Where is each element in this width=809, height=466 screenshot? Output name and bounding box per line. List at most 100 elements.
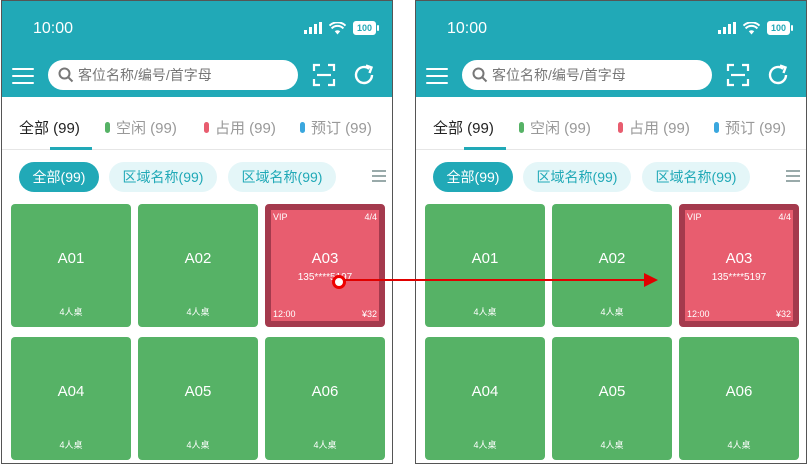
table-card-a04[interactable]: A04 4人桌 bbox=[11, 337, 131, 460]
table-capacity: 4人桌 bbox=[186, 440, 210, 450]
free-dot-icon bbox=[105, 122, 110, 133]
table-name: A06 bbox=[311, 383, 339, 400]
table-name: A04 bbox=[471, 383, 499, 400]
filter-chip-area[interactable]: 区域名称(99) bbox=[228, 162, 336, 192]
table-grid: A01 4人桌 A02 4人桌 VIP 4/4 A03 135****5197 … bbox=[2, 198, 392, 463]
reserved-dot-icon bbox=[714, 122, 719, 133]
wifi-icon bbox=[742, 21, 760, 34]
tab-reserved[interactable]: 预订 (99) bbox=[714, 117, 786, 138]
status-icons: 100 bbox=[303, 19, 380, 37]
status-bar: 10:00 100 bbox=[2, 1, 392, 57]
tab-free[interactable]: 空闲 (99) bbox=[105, 117, 177, 138]
table-card-a03-occupied[interactable]: VIP 4/4 A03 135****5197 12:00 ¥32 bbox=[679, 204, 799, 327]
table-card-a06[interactable]: A06 4人桌 bbox=[265, 337, 385, 460]
scan-icon[interactable] bbox=[312, 63, 336, 87]
table-card-a01[interactable]: A01 4人桌 bbox=[11, 204, 131, 327]
top-toolbar: 客位名称/编号/首字母 bbox=[416, 57, 806, 97]
battery-icon: 100 bbox=[766, 21, 794, 35]
list-menu-icon[interactable] bbox=[372, 170, 386, 182]
list-menu-icon[interactable] bbox=[786, 170, 800, 182]
occupied-dot-icon bbox=[618, 122, 623, 133]
bill-amount: ¥32 bbox=[361, 309, 377, 319]
table-card-a04[interactable]: A04 4人桌 bbox=[425, 337, 545, 460]
table-capacity: 4人桌 bbox=[186, 307, 210, 317]
status-time: 10:00 bbox=[33, 20, 74, 37]
top-toolbar: 客位名称/编号/首字母 bbox=[2, 57, 392, 97]
table-card-a03-occupied[interactable]: VIP 4/4 A03 135****5197 12:00 ¥32 bbox=[265, 204, 385, 327]
filter-chip-all[interactable]: 全部(99) bbox=[19, 162, 99, 192]
wifi-icon bbox=[328, 21, 346, 34]
table-capacity: 4人桌 bbox=[59, 307, 83, 317]
table-capacity: 4人桌 bbox=[473, 307, 497, 317]
drag-touch-point-icon[interactable] bbox=[332, 275, 346, 289]
table-capacity: 4人桌 bbox=[727, 440, 751, 450]
reserved-dot-icon bbox=[300, 122, 305, 133]
guest-phone: 135****5197 bbox=[297, 272, 353, 283]
area-filter-bar: 全部(99) 区域名称(99) 区域名称(99) bbox=[416, 150, 806, 198]
table-capacity: 4人桌 bbox=[600, 307, 624, 317]
phone-screen-before: 10:00 100 客位名称/编号/首字母 全部 (99) 空闲 (99) 占用… bbox=[1, 0, 393, 464]
search-input[interactable]: 客位名称/编号/首字母 bbox=[48, 60, 298, 90]
table-name: A01 bbox=[471, 250, 499, 267]
tab-occupied[interactable]: 占用 (99) bbox=[618, 117, 690, 138]
table-card-a02[interactable]: A02 4人桌 bbox=[552, 204, 672, 327]
search-icon bbox=[472, 67, 488, 83]
tab-all[interactable]: 全部 (99) bbox=[19, 117, 80, 138]
menu-icon[interactable] bbox=[426, 68, 448, 86]
status-bar: 10:00 100 bbox=[416, 1, 806, 57]
table-name: A02 bbox=[598, 250, 626, 267]
seat-time: 12:00 bbox=[273, 309, 296, 319]
filter-chip-area[interactable]: 区域名称(99) bbox=[642, 162, 750, 192]
status-icons: 100 bbox=[717, 19, 794, 37]
search-input[interactable]: 客位名称/编号/首字母 bbox=[462, 60, 712, 90]
menu-icon[interactable] bbox=[12, 68, 34, 86]
phone-screen-after: 10:00 100 客位名称/编号/首字母 全部 (99) 空闲 (99) 占用… bbox=[415, 0, 807, 464]
table-name: A03 bbox=[311, 250, 339, 267]
table-card-a01[interactable]: A01 4人桌 bbox=[425, 204, 545, 327]
scan-icon[interactable] bbox=[726, 63, 750, 87]
table-capacity: 4人桌 bbox=[313, 440, 337, 450]
tab-occupied[interactable]: 占用 (99) bbox=[204, 117, 276, 138]
battery-icon: 100 bbox=[352, 21, 380, 35]
status-tabs: 全部 (99) 空闲 (99) 占用 (99) 预订 (99) bbox=[2, 97, 392, 150]
table-card-a06[interactable]: A06 4人桌 bbox=[679, 337, 799, 460]
seat-time: 12:00 bbox=[687, 309, 710, 319]
guest-phone: 135****5197 bbox=[711, 272, 767, 283]
status-tabs: 全部 (99) 空闲 (99) 占用 (99) 预订 (99) bbox=[416, 97, 806, 150]
status-time: 10:00 bbox=[447, 20, 488, 37]
search-placeholder: 客位名称/编号/首字母 bbox=[78, 67, 212, 83]
table-card-a02[interactable]: A02 4人桌 bbox=[138, 204, 258, 327]
vip-badge: VIP bbox=[273, 212, 288, 222]
table-card-a05[interactable]: A05 4人桌 bbox=[138, 337, 258, 460]
table-name: A02 bbox=[184, 250, 212, 267]
signal-icon bbox=[717, 22, 736, 34]
tab-reserved[interactable]: 预订 (99) bbox=[300, 117, 372, 138]
tab-all[interactable]: 全部 (99) bbox=[433, 117, 494, 138]
table-card-a05[interactable]: A05 4人桌 bbox=[552, 337, 672, 460]
filter-chip-area[interactable]: 区域名称(99) bbox=[109, 162, 217, 192]
occupied-dot-icon bbox=[204, 122, 209, 133]
search-placeholder: 客位名称/编号/首字母 bbox=[492, 67, 626, 83]
free-dot-icon bbox=[519, 122, 524, 133]
table-capacity: 4人桌 bbox=[59, 440, 83, 450]
refresh-icon[interactable] bbox=[766, 63, 790, 87]
tab-free[interactable]: 空闲 (99) bbox=[519, 117, 591, 138]
table-capacity: 4人桌 bbox=[600, 440, 624, 450]
table-name: A01 bbox=[57, 250, 85, 267]
table-grid: A01 4人桌 A02 4人桌 VIP 4/4 A03 135****5197 … bbox=[416, 198, 806, 463]
vip-badge: VIP bbox=[687, 212, 702, 222]
refresh-icon[interactable] bbox=[352, 63, 376, 87]
table-name: A03 bbox=[725, 250, 753, 267]
table-name: A05 bbox=[598, 383, 626, 400]
search-icon bbox=[58, 67, 74, 83]
area-filter-bar: 全部(99) 区域名称(99) 区域名称(99) bbox=[2, 150, 392, 198]
table-capacity: 4人桌 bbox=[473, 440, 497, 450]
table-name: A05 bbox=[184, 383, 212, 400]
bill-amount: ¥32 bbox=[775, 309, 791, 319]
filter-chip-all[interactable]: 全部(99) bbox=[433, 162, 513, 192]
table-name: A06 bbox=[725, 383, 753, 400]
guest-count: 4/4 bbox=[778, 212, 791, 222]
signal-icon bbox=[303, 22, 322, 34]
guest-count: 4/4 bbox=[364, 212, 377, 222]
filter-chip-area[interactable]: 区域名称(99) bbox=[523, 162, 631, 192]
